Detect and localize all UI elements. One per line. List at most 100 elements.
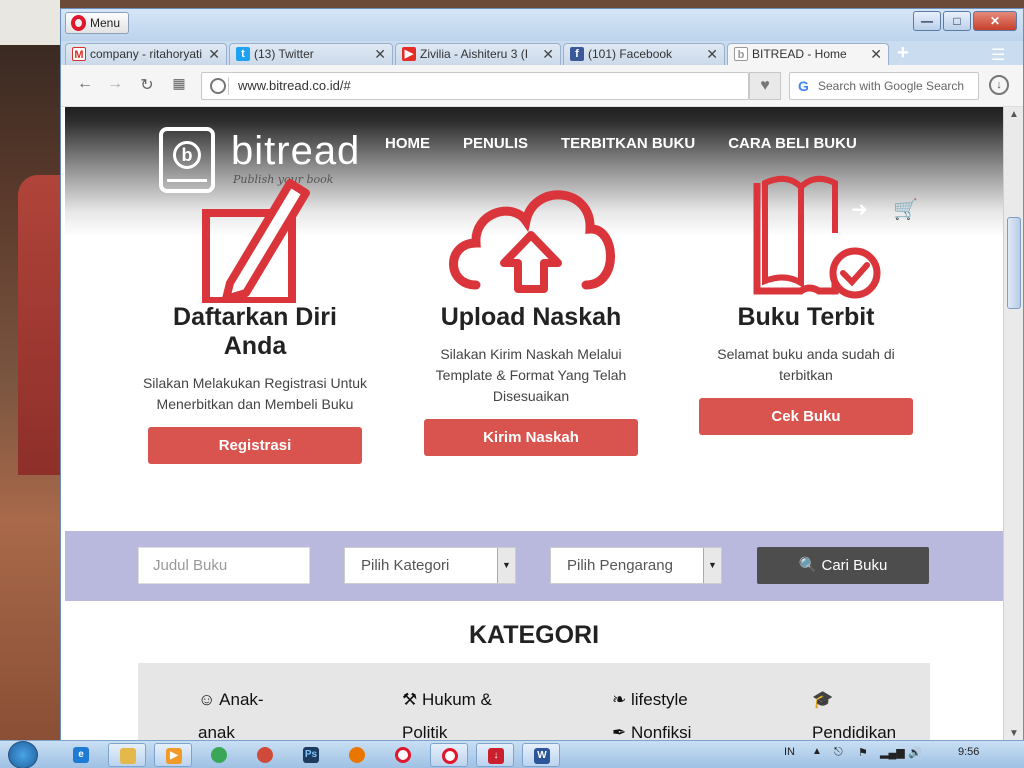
word-icon: W [534,748,550,764]
feature-upload: Upload Naskah Silakan Kirim Naskah Melal… [416,163,646,456]
opera-icon [442,748,458,764]
scroll-thumb[interactable] [1007,217,1021,309]
nav-terbitkan-buku[interactable]: TERBITKAN BUKU [561,135,695,152]
bookmark-heart-icon[interactable]: ♥ [749,72,781,100]
gavel-icon: ⚒ [402,690,418,709]
book-check-icon [691,163,921,303]
usb-icon[interactable]: ⎋ [834,746,843,759]
taskbar-internet-explorer[interactable]: e [62,743,100,767]
start-button-icon[interactable] [8,741,38,768]
maximize-button[interactable]: □ [943,11,971,31]
google-icon: G [798,78,809,94]
taskbar-explorer[interactable] [108,743,146,767]
page-viewport: b bitread Publish your book HOME PENULIS… [61,107,1003,741]
taskbar-chrome[interactable] [200,743,238,767]
title-bar: Menu — □ ✕ [61,9,1023,41]
feature-registration: Daftarkan Diri Anda Silakan Melakukan Re… [140,163,370,464]
taskbar-downloader[interactable]: ↓ [476,743,514,767]
feature-title: Daftarkan Diri Anda [173,303,337,360]
book-title-input[interactable]: Judul Buku [138,547,310,584]
clock[interactable]: 9:56 [958,746,979,758]
taskbar-photoshop[interactable]: Ps [292,743,330,767]
taskbar-opera-active[interactable] [430,743,468,767]
close-tab-icon[interactable]: ✕ [706,44,718,64]
taskbar-word[interactable]: W [522,743,560,767]
address-bar[interactable]: www.bitread.co.id/# [201,72,749,100]
category-pendidikan[interactable]: 🎓 Pendidikan [812,683,922,741]
category-label: Pendidikan [812,723,897,741]
volume-icon[interactable]: 🔊 [908,746,922,759]
network-signal-icon[interactable]: ▂▄▆ [880,746,905,759]
new-tab-plus-icon[interactable]: + [897,43,909,63]
book-search-bar: Judul Buku Pilih Kategori ▼ Pilih Pengar… [65,531,1003,601]
close-tab-icon[interactable]: ✕ [208,44,220,64]
tab-bitread[interactable]: b BITREAD - Home ✕ [727,43,889,65]
registrasi-button[interactable]: Registrasi [148,427,362,464]
chevron-down-icon[interactable]: ▼ [497,548,515,583]
opera-icon [395,747,411,763]
reload-icon[interactable]: ↻ [137,75,157,95]
tab-gmail[interactable]: M company - ritahoryati ✕ [65,43,227,65]
search-button-label: Cari Buku [821,557,888,574]
desktop-wallpaper-figure [18,175,60,475]
tab-title: Zivilia - Aishiteru 3 (I [420,47,529,61]
address-separator [228,77,229,95]
download-manager-icon: ↓ [488,748,504,764]
scroll-down-arrow-icon[interactable]: ▼ [1009,728,1019,739]
author-select[interactable]: Pilih Pengarang ▼ [550,547,722,584]
show-hidden-icons-icon[interactable]: ▲ [812,746,822,757]
close-tab-icon[interactable]: ✕ [542,44,554,64]
forward-arrow-icon[interactable]: → [105,75,125,93]
category-label: lifestyle [630,690,688,709]
feature-title: Upload Naskah [440,303,622,331]
tab-menu-icon[interactable]: ☰ [991,45,1005,65]
language-indicator[interactable]: IN [784,746,795,758]
flag-icon[interactable]: ⚑ [858,746,868,759]
quill-icon: ✒ [612,723,627,741]
category-anak-anak[interactable]: ☺ Anak-anak [198,683,288,741]
back-arrow-icon[interactable]: ← [75,75,95,93]
search-field[interactable]: G Search with Google Search [789,72,979,100]
category-lifestyle[interactable]: ❧ lifestyle [612,683,732,716]
url-text: www.bitread.co.id/# [238,78,351,93]
cloud-upload-icon [416,163,646,303]
menu-label: Menu [90,16,121,30]
taskbar-media-player[interactable]: ▶ [154,743,192,767]
speed-dial-grid-icon[interactable]: ▦ [169,75,189,92]
taskbar-app[interactable] [246,743,284,767]
vertical-scrollbar[interactable]: ▲ ▼ [1003,107,1023,741]
folder-icon [120,748,136,764]
tab-twitter[interactable]: t (13) Twitter ✕ [229,43,393,65]
category-nonfiksi[interactable]: ✒ Nonfiksi [612,716,732,741]
navigation-toolbar: ← → ↻ ▦ www.bitread.co.id/# ♥ G Search w… [61,65,1023,107]
media-player-icon: ▶ [166,748,182,764]
kirim-naskah-button[interactable]: Kirim Naskah [424,419,638,456]
category-list: ☺ Anak-anak ⚒ Hukum & Politik ❧ lifestyl… [138,663,930,741]
pencil-paper-icon [140,163,370,305]
minimize-button[interactable]: — [913,11,941,31]
close-window-button[interactable]: ✕ [973,11,1017,31]
search-books-button[interactable]: 🔍 Cari Buku [757,547,929,584]
cek-buku-button[interactable]: Cek Buku [699,398,913,435]
close-tab-icon[interactable]: ✕ [870,44,882,64]
tab-youtube[interactable]: ▶ Zivilia - Aishiteru 3 (I ✕ [395,43,561,65]
app-icon [257,747,273,763]
feature-description: Silakan Melakukan Registrasi Untuk Mener… [142,375,368,412]
feature-title: Buku Terbit [737,303,875,331]
feature-description: Silakan Kirim Naskah Melalui Template & … [435,346,627,404]
chevron-down-icon[interactable]: ▼ [703,548,721,583]
category-select[interactable]: Pilih Kategori ▼ [344,547,516,584]
category-hukum-politik[interactable]: ⚒ Hukum & Politik [402,683,512,741]
close-tab-icon[interactable]: ✕ [374,44,386,64]
tab-facebook[interactable]: f (101) Facebook ✕ [563,43,725,65]
nav-penulis[interactable]: PENULIS [463,135,528,152]
taskbar-opera[interactable] [384,743,422,767]
nav-cara-beli-buku[interactable]: CARA BELI BUKU [728,135,857,152]
download-icon[interactable]: ↓ [989,75,1009,95]
taskbar-blender[interactable] [338,743,376,767]
nav-home[interactable]: HOME [385,135,430,152]
opera-menu-button[interactable]: Menu [65,12,129,34]
graduation-cap-icon: 🎓 [812,690,834,709]
scroll-up-arrow-icon[interactable]: ▲ [1009,109,1019,120]
author-select-value: Pilih Pengarang [567,557,673,574]
